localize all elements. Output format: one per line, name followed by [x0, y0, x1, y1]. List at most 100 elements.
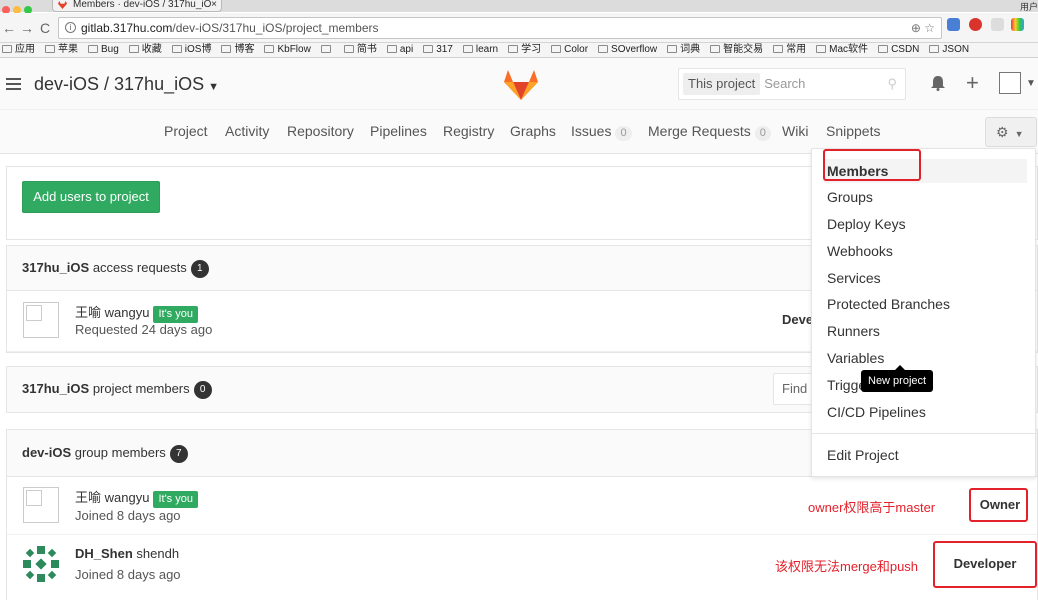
bookmark-item[interactable]: Mac软件 [816, 43, 868, 57]
menu-protected-branches[interactable]: Protected Branches [827, 296, 950, 312]
avatar [23, 302, 59, 338]
extension-color-icon[interactable] [1011, 18, 1024, 31]
access-level-button[interactable]: Deve [782, 312, 813, 327]
reload-icon[interactable]: C [40, 20, 50, 36]
gitlab-favicon-icon [58, 1, 67, 9]
member-subtext: Joined 8 days ago [75, 508, 181, 523]
plus-icon[interactable]: + [966, 70, 979, 96]
address-bar[interactable]: i gitlab.317hu.com/dev-iOS/317hu_iOS/pro… [58, 17, 942, 39]
issues-count-badge: 0 [615, 126, 632, 141]
bookmark-item[interactable]: api [386, 43, 414, 57]
group-members-label: group members [74, 445, 166, 460]
project-members-count: 0 [193, 381, 212, 399]
nav-merge-requests[interactable]: Merge Requests 0 [648, 123, 771, 141]
extension-translate-icon[interactable] [947, 18, 960, 31]
browser-toolbar: ← → C i gitlab.317hu.com/dev-iOS/317hu_i… [0, 13, 1038, 43]
info-icon[interactable]: i [65, 22, 76, 33]
menu-variables[interactable]: Variables [827, 350, 884, 366]
search-input[interactable]: This project Search ⚲ [678, 68, 906, 100]
bookmark-item[interactable]: 317 [423, 43, 453, 57]
bookmark-item[interactable]: 苹果 [45, 43, 78, 57]
bookmark-label: Bug [101, 44, 119, 55]
project-title[interactable]: dev-iOS / 317hu_iOS ▼ [34, 74, 219, 95]
member-display-name: DH_Shen [75, 546, 133, 561]
close-tab-icon[interactable]: × [211, 0, 217, 10]
folder-icon [343, 45, 354, 53]
menu-runners[interactable]: Runners [827, 323, 880, 339]
member-display-name: 王喻 [75, 490, 102, 505]
bookmark-item[interactable]: JSON [929, 43, 969, 57]
settings-dropdown-button[interactable]: ⚙ ▼ [985, 117, 1037, 147]
forward-icon[interactable]: → [20, 20, 34, 36]
nav-issues[interactable]: Issues 0 [571, 123, 632, 141]
folder-icon [929, 45, 940, 53]
browser-user[interactable]: 用户 [1020, 0, 1038, 13]
group-members-count: 7 [169, 445, 188, 463]
bookmark-item[interactable]: KbFlow [264, 43, 311, 57]
bookmark-label: JSON [942, 44, 970, 55]
url-host: gitlab.317hu.com [81, 21, 173, 35]
browser-tab[interactable]: Members · dev-iOS / 317hu_iO × [52, 0, 222, 12]
bookmark-item[interactable] [320, 43, 334, 57]
zoom-star-icon[interactable]: ⊕ ☆ [911, 18, 935, 38]
user-avatar[interactable] [999, 72, 1021, 94]
menu-groups[interactable]: Groups [827, 189, 873, 205]
bookmark-label: iOS博 [184, 44, 212, 55]
project-members-project: 317hu_iOS [22, 381, 90, 396]
bookmark-item[interactable]: learn [462, 43, 498, 57]
add-users-button[interactable]: Add users to project [22, 181, 160, 213]
nav-pipelines[interactable]: Pipelines [370, 123, 427, 139]
bookmark-label: 词典 [680, 44, 701, 55]
menu-edit-project[interactable]: Edit Project [827, 447, 899, 463]
nav-snippets[interactable]: Snippets [826, 123, 880, 139]
menu-deploy-keys[interactable]: Deploy Keys [827, 216, 906, 232]
extension-icon[interactable] [991, 18, 1004, 31]
back-icon[interactable]: ← [2, 20, 16, 36]
nav-graphs[interactable]: Graphs [510, 123, 556, 139]
folder-icon [386, 45, 397, 53]
menu-services[interactable]: Services [827, 270, 881, 286]
nav-project[interactable]: Project [164, 123, 208, 139]
bookmark-item[interactable]: 博客 [221, 43, 254, 57]
nav-wiki[interactable]: Wiki [782, 123, 808, 139]
extension-abp-icon[interactable] [969, 18, 982, 31]
folder-icon [128, 45, 139, 53]
folder-icon [221, 45, 232, 53]
bookmark-item[interactable]: 学习 [508, 43, 541, 57]
bell-icon[interactable] [931, 76, 945, 91]
bookmark-item[interactable]: 简书 [343, 43, 377, 57]
bookmark-item[interactable]: iOS博 [171, 43, 212, 57]
nav-registry[interactable]: Registry [443, 123, 494, 139]
bookmark-item[interactable]: 应用 [2, 43, 35, 57]
bookmark-label: api [399, 44, 414, 55]
bookmark-label: SOverflow [611, 44, 658, 55]
bookmark-item[interactable]: 收藏 [128, 43, 162, 57]
bookmark-label: 博客 [234, 44, 255, 55]
bookmark-item[interactable]: SOverflow [598, 43, 657, 57]
folder-icon [2, 45, 12, 53]
bookmark-item[interactable]: Color [551, 43, 588, 57]
nav-activity[interactable]: Activity [225, 123, 269, 139]
folder-icon [878, 45, 889, 53]
bookmark-item[interactable]: 常用 [773, 43, 806, 57]
bookmark-item[interactable]: CSDN [878, 43, 919, 57]
search-placeholder: Search [764, 76, 806, 91]
owner-annotation: owner权限高于master [808, 500, 936, 515]
bookmark-item[interactable]: 词典 [667, 43, 700, 57]
gitlab-logo-icon[interactable] [504, 70, 538, 100]
bookmark-item[interactable]: 智能交易 [710, 43, 763, 57]
tab-title: Members · dev-iOS / 317hu_iO [73, 0, 212, 10]
menu-webhooks[interactable]: Webhooks [827, 243, 893, 259]
bookmark-label: 317 [436, 44, 453, 55]
folder-icon [667, 45, 678, 53]
member-name: 王喻 wangyu It's you [75, 302, 198, 323]
search-icon: ⚲ [887, 76, 897, 91]
avatar-chevron-icon[interactable]: ▼ [1026, 78, 1036, 89]
bookmark-label: 常用 [786, 44, 807, 55]
nav-repository[interactable]: Repository [287, 123, 354, 139]
hamburger-menu-icon[interactable] [6, 78, 21, 93]
bookmark-label: 应用 [15, 44, 35, 55]
menu-ci-cd-pipelines[interactable]: CI/CD Pipelines [827, 404, 926, 420]
bookmark-item[interactable]: Bug [88, 43, 119, 57]
folder-icon [598, 45, 609, 53]
